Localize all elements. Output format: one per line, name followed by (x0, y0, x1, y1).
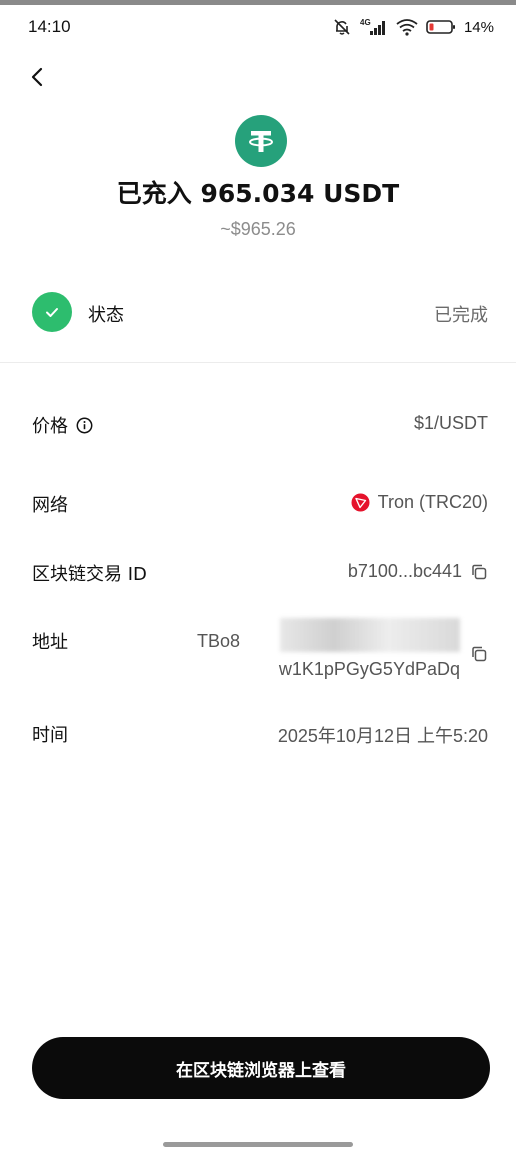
status-icons: 4G 14% (332, 16, 494, 38)
time-label-row: 时间 (32, 721, 68, 747)
usdt-tether-icon (235, 115, 287, 167)
txid-label: 区块链交易 ID (32, 564, 147, 585)
signal-icon: 4G (360, 17, 388, 37)
time-value: 2025年10月12日 上午5:20 (277, 726, 488, 746)
status-value: 已完成 (434, 305, 488, 326)
mute-icon (332, 17, 352, 37)
network-type-label: 4G (360, 18, 371, 27)
address-label-row: 地址 (32, 628, 68, 654)
chevron-left-icon (31, 67, 43, 87)
price-value: $1/USDT (413, 413, 488, 433)
copy-txid-icon[interactable] (470, 563, 488, 581)
network-label-row: 网络 (32, 491, 68, 517)
txid-value-row: b7100...bc441 (348, 561, 488, 582)
wifi-icon (396, 18, 418, 36)
address-redaction-blur (280, 618, 460, 652)
address-label: 地址 (32, 632, 68, 653)
tron-icon (351, 493, 370, 512)
view-on-explorer-button[interactable]: 在区块链浏览器上查看 (32, 1037, 490, 1099)
status-row: 状态 已完成 (0, 292, 516, 334)
status-bar: 14:10 4G 14% (0, 5, 516, 49)
price-label: 价格 (32, 416, 68, 437)
home-indicator[interactable] (163, 1142, 353, 1147)
section-divider (0, 362, 516, 363)
time-label: 时间 (32, 725, 68, 746)
status-time: 14:10 (28, 17, 71, 36)
usd-value: ~$965.26 (220, 219, 296, 239)
price-label-row: 价格 (32, 412, 93, 438)
network-label: 网络 (32, 495, 68, 516)
network-value-row: Tron (TRC20) (351, 492, 488, 513)
deposit-amount-headline: 已充入 965.034 USDT (116, 179, 400, 208)
txid-value: b7100...bc441 (347, 561, 462, 581)
copy-address-icon[interactable] (470, 645, 488, 663)
info-icon[interactable] (76, 417, 93, 434)
time-value-row: 2025年10月12日 上午5:20 (278, 722, 488, 748)
txid-label-row: 区块链交易 ID (32, 560, 147, 586)
status-label: 状态 (88, 305, 124, 326)
battery-percent: 14% (463, 18, 494, 36)
price-value-row: $1/USDT (414, 413, 488, 434)
checkmark-icon (32, 292, 72, 332)
back-button[interactable] (22, 62, 52, 92)
address-line-2: w1K1pPGyG5YdPaDq (278, 659, 460, 679)
network-value: Tron (TRC20) (377, 492, 488, 512)
battery-icon (426, 19, 456, 35)
